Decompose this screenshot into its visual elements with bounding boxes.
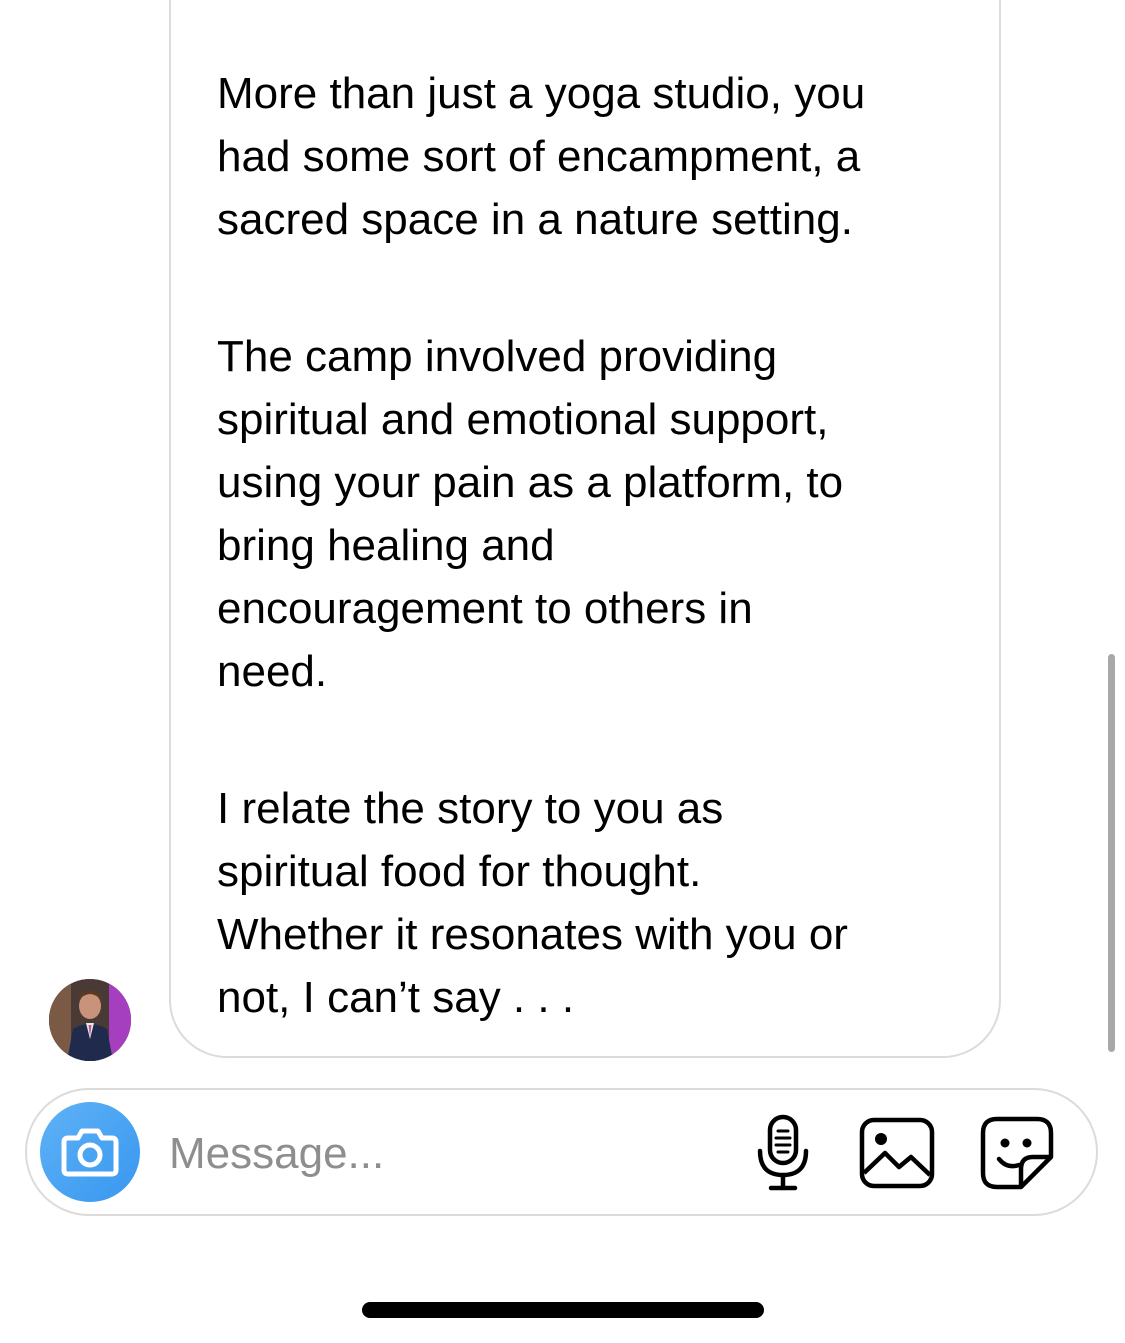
- gallery-button[interactable]: [857, 1113, 937, 1193]
- scrollbar[interactable]: [1108, 654, 1115, 1052]
- microphone-button[interactable]: [743, 1113, 823, 1193]
- message-paragraph: More than just a yoga studio, you had so…: [217, 69, 866, 244]
- sticker-button[interactable]: [977, 1113, 1057, 1193]
- camera-button[interactable]: [40, 1102, 140, 1202]
- microphone-icon: [757, 1114, 809, 1191]
- message-paragraph: The camp involved providing spiritual an…: [217, 332, 844, 696]
- sender-avatar[interactable]: [49, 979, 131, 1061]
- avatar-photo: [49, 979, 131, 1061]
- message-input[interactable]: [169, 1122, 709, 1186]
- sticker-icon: [980, 1116, 1054, 1190]
- message-paragraph: I relate the story to you as spiritual f…: [217, 784, 848, 1022]
- gallery-icon: [859, 1117, 935, 1189]
- home-indicator[interactable]: [362, 1302, 764, 1318]
- camera-icon: [61, 1128, 119, 1177]
- message-text: More than just a yoga studio, you had so…: [217, 62, 957, 1029]
